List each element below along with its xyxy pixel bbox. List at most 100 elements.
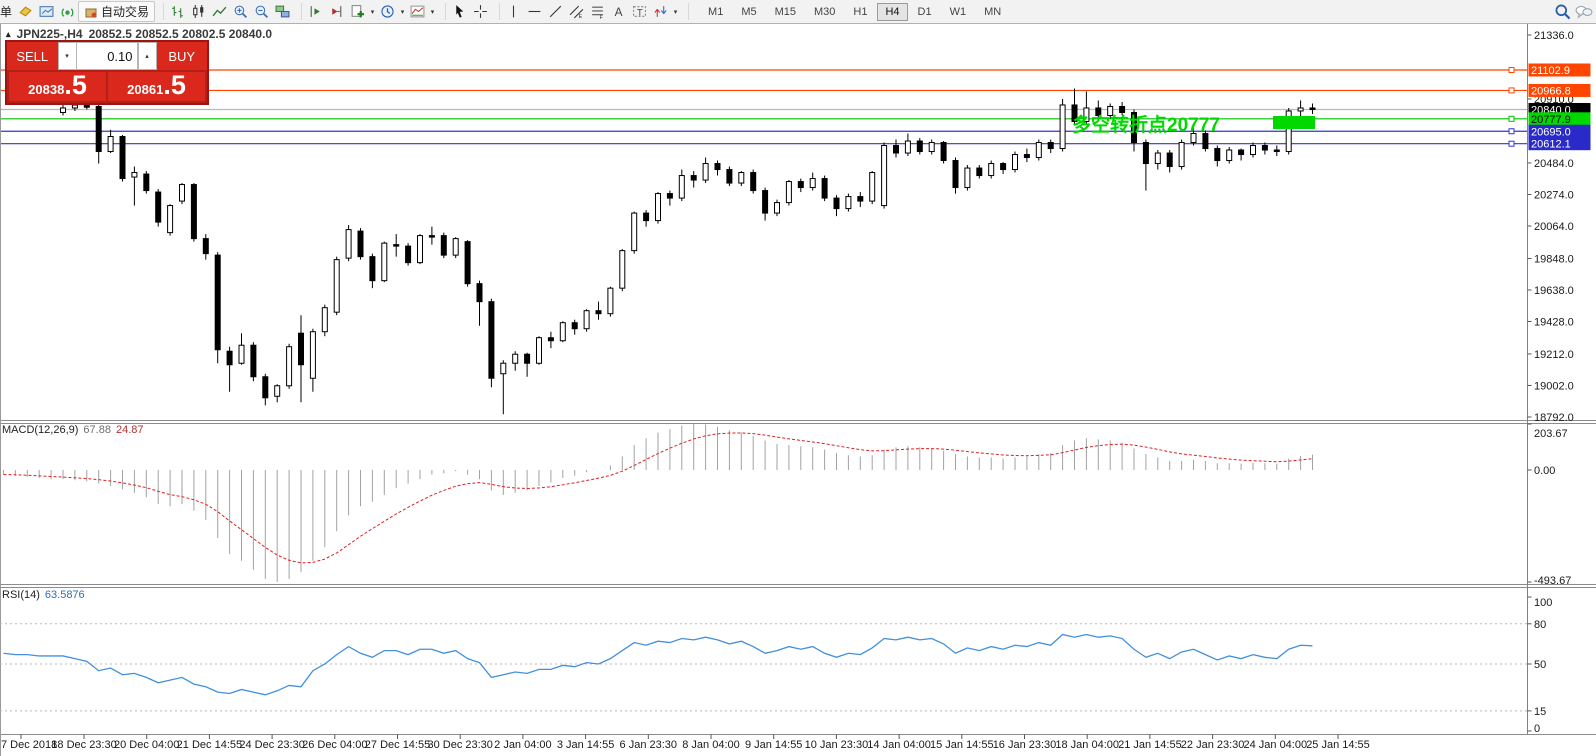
candle [488,301,495,379]
bar-chart-type-icon[interactable] [167,2,188,21]
time-label: 21 Dec 14:55 [177,739,242,751]
chart-surface[interactable]: 多空转折点2077721336.020910.020484.020274.020… [0,0,1596,756]
time-label: 20 Dec 04:00 [114,739,179,751]
time-label: 26 Dec 04:00 [302,739,367,751]
timeframe-h4[interactable]: H4 [877,2,908,21]
candle [1261,145,1268,151]
equidistant-channel-icon[interactable]: E [566,2,587,21]
autotrading-button[interactable]: 自动交易 [78,1,156,22]
arrows-dropdown-caret[interactable]: ▾ [671,8,680,16]
timeframe-m5[interactable]: M5 [733,3,764,21]
horizontal-line-icon[interactable] [524,2,545,21]
axis-tick-label: 20274.0 [1534,189,1574,201]
line-handle[interactable] [1508,128,1515,135]
zoom-in-icon[interactable] [230,2,251,21]
time-label: 24 Jan 04:00 [1243,739,1307,751]
timeframe-d1[interactable]: D1 [910,3,940,21]
sell-price-button[interactable]: 20838 .5 [9,72,106,101]
line-handle[interactable] [1508,115,1515,122]
candle [357,230,364,258]
candle [940,142,947,162]
candle [500,362,507,375]
candle [869,172,876,202]
candle [107,136,114,153]
line-handle[interactable] [1508,67,1515,74]
buy-button[interactable]: BUY [156,42,207,70]
period-dropdown-caret[interactable]: ▾ [398,8,407,16]
timeframe-m1[interactable]: M1 [700,3,731,21]
buy-price-button[interactable]: 20861 .5 [108,72,205,101]
timeframe-m15[interactable]: M15 [767,3,804,21]
time-label: 7 Dec 2018 [1,739,57,751]
line-handle[interactable] [1508,140,1515,147]
candlestick-type-icon[interactable] [188,2,209,21]
candle [893,145,899,154]
timeframe-m30[interactable]: M30 [806,3,843,21]
candle [250,344,257,378]
chat-icon[interactable] [1573,2,1594,21]
period-clock-icon[interactable] [377,2,398,21]
signals-icon[interactable] [57,2,78,21]
line-chart-type-icon[interactable] [209,2,230,21]
timeframe-mn[interactable]: MN [976,3,1009,21]
arrows-icon[interactable] [650,2,671,21]
candle [964,167,971,189]
text-label-icon[interactable]: T [629,2,650,21]
candle [1297,107,1304,112]
trendline-icon[interactable] [545,2,566,21]
candle [714,163,721,171]
search-icon[interactable] [1552,2,1573,21]
toolbar-separator [492,3,501,20]
timeframe-group: M1 M5 M15 M30 H1 H4 D1 W1 MN [700,2,1009,21]
chart-background [0,24,1596,756]
candle [524,353,531,364]
volume-decrease-button[interactable]: ▾ [57,42,77,70]
time-label: 24 Dec 23:30 [239,739,304,751]
crosshair-icon[interactable] [470,2,491,21]
axis-tick-label: 203.67 [1534,428,1568,440]
axis-tick-label: 20064.0 [1534,221,1574,233]
vertical-line-icon[interactable] [503,2,524,21]
axis-tick-label: 15 [1534,706,1546,718]
time-label: 30 Dec 23:30 [427,739,492,751]
axis-tick-label: 19212.0 [1534,349,1574,361]
candle [1250,145,1256,156]
gold-icon[interactable] [15,2,36,21]
volume-increase-button[interactable]: ▴ [137,42,157,70]
candle [690,175,697,181]
tile-windows-icon[interactable] [272,2,293,21]
candle [702,163,709,181]
auto-scroll-icon[interactable] [326,2,347,21]
candle [1178,142,1185,168]
charts-window-icon[interactable] [36,2,57,21]
indicators-dropdown-caret[interactable]: ▾ [428,8,437,16]
annotation-text: 多空转折点20777 [1072,113,1220,136]
candle [1012,154,1018,171]
chart-title: ▴ JPN225-,H4 20852.5 20852.5 20802.5 208… [6,27,272,41]
svg-text:T: T [637,7,643,18]
line-handle[interactable] [1508,87,1515,94]
indicators-icon[interactable] [407,2,428,21]
candle [345,229,352,259]
sell-button[interactable]: SELL [7,42,58,70]
new-order-icon[interactable] [347,2,368,21]
new-order-dropdown-caret[interactable]: ▾ [368,8,377,16]
text-icon[interactable]: A [608,2,629,21]
candle [678,175,685,199]
candle [1238,149,1245,156]
timeframe-h1[interactable]: H1 [845,3,875,21]
cursor-icon[interactable] [449,2,470,21]
volume-input[interactable] [76,42,138,70]
zoom-out-icon[interactable] [251,2,272,21]
new-order-button-partial[interactable]: 单 [0,3,15,20]
candle [762,190,769,214]
timeframe-w1[interactable]: W1 [942,3,975,21]
candle [238,344,245,364]
time-label: 27 Dec 14:55 [365,739,430,751]
candle [1226,149,1233,162]
fibonacci-icon[interactable]: F [587,2,608,21]
axis-tick-label: 19002.0 [1534,380,1574,392]
axis-tick-label: 20484.0 [1534,158,1574,170]
candle [405,245,412,264]
chart-shift-icon[interactable] [305,2,326,21]
